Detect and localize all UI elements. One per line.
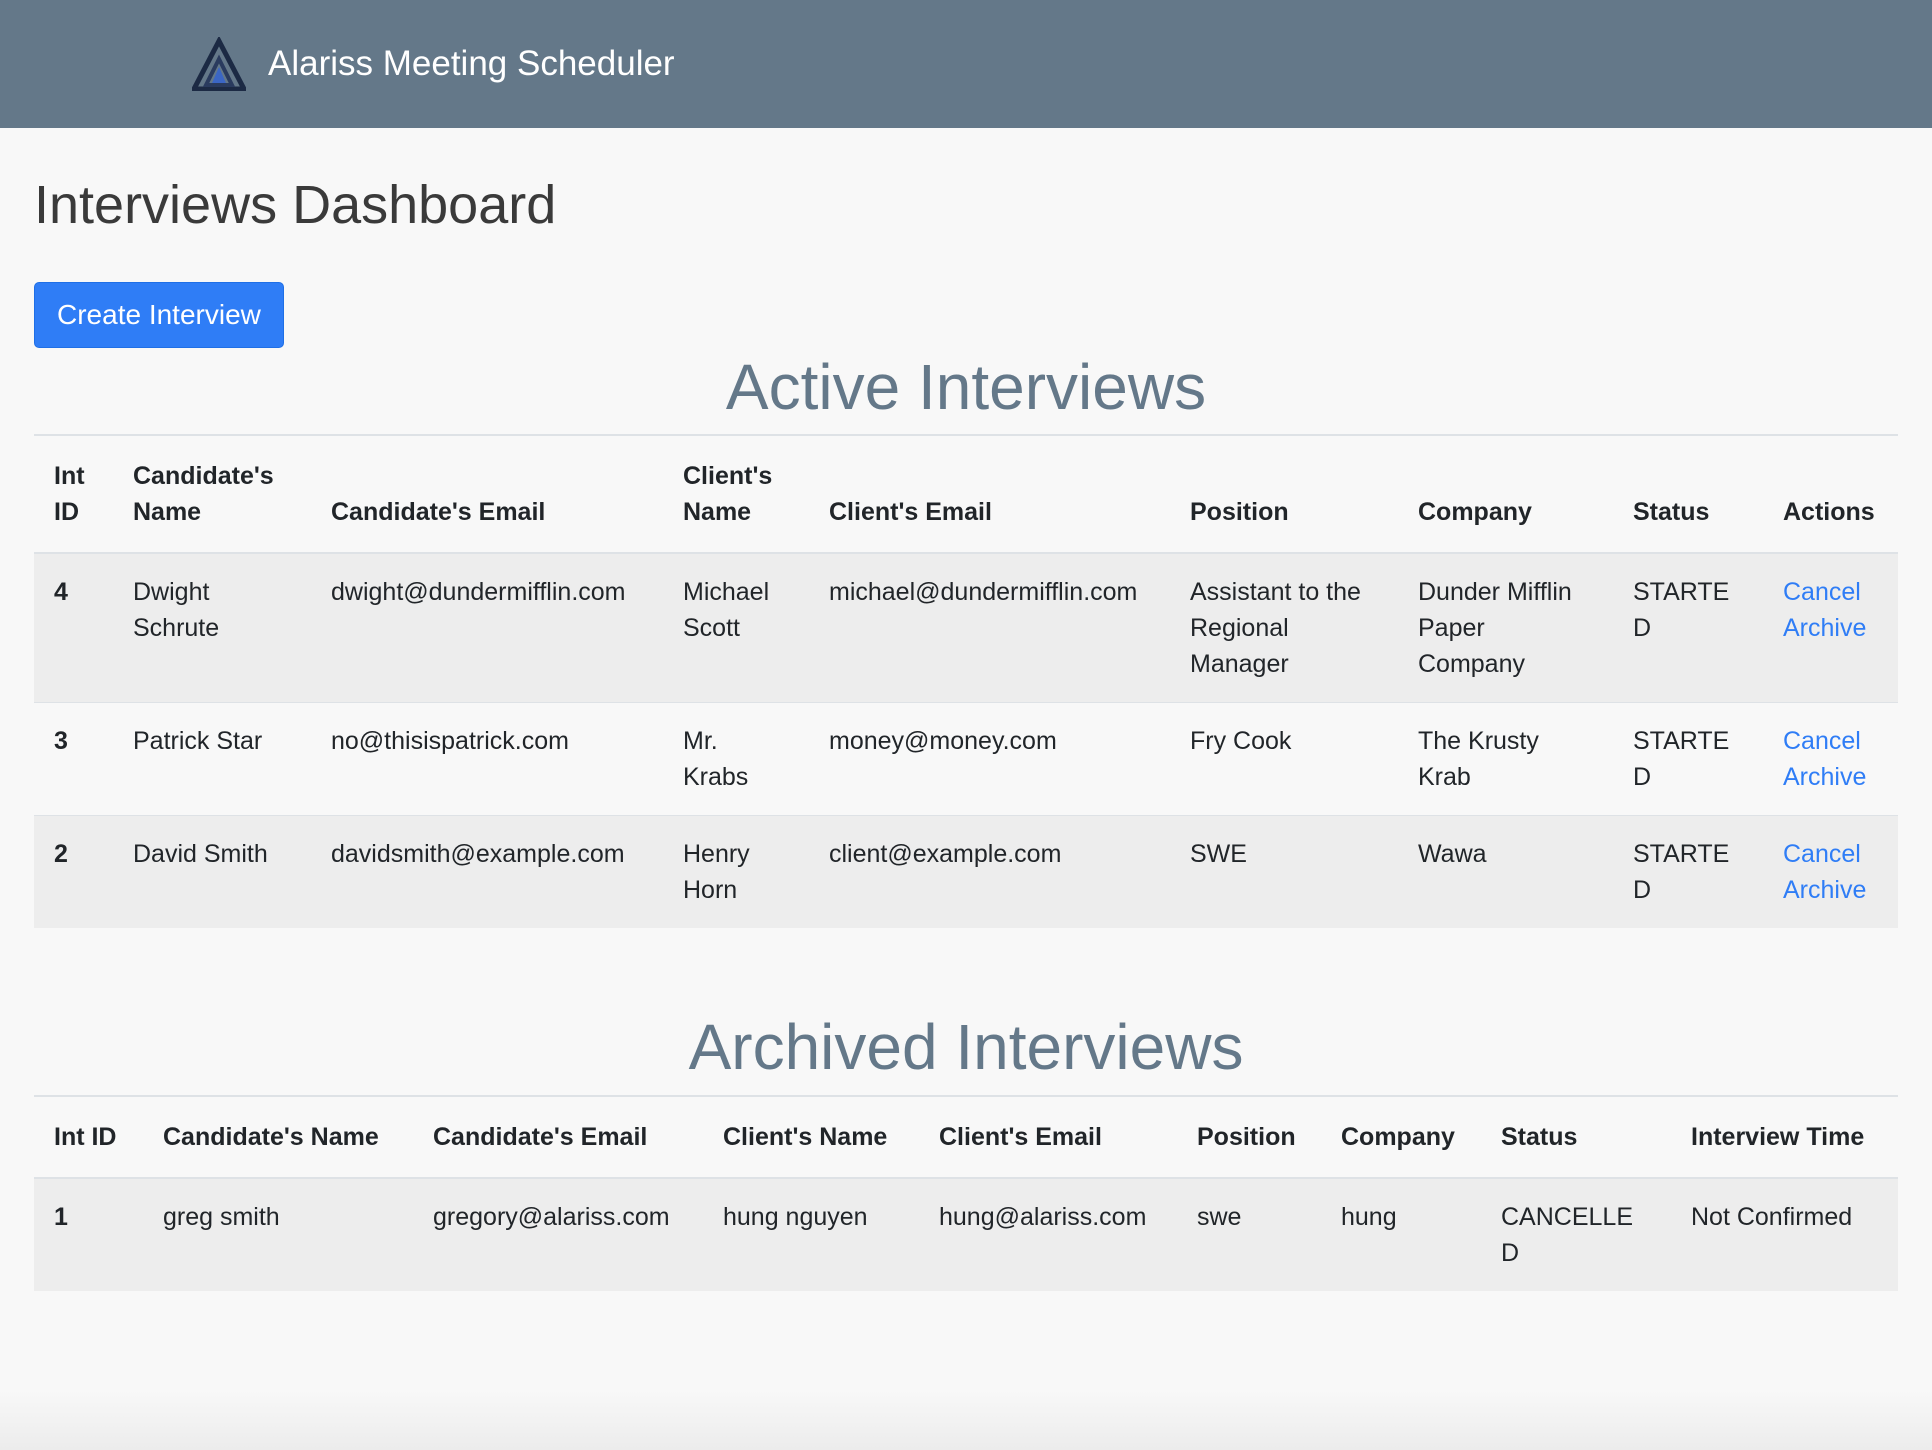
table-row: 3 Patrick Star no@thisispatrick.com Mr. … (34, 702, 1898, 816)
column-header-position: Position (1170, 434, 1398, 555)
company: The Krusty Krab (1398, 702, 1613, 816)
candidate-email: dwight@dundermifflin.com (311, 552, 663, 703)
candidate-email: no@thisispatrick.com (311, 702, 663, 816)
interview-time: Not Confirmed (1671, 1177, 1898, 1291)
column-header-client-email: Client's Email (809, 434, 1170, 555)
interview-id: 3 (34, 702, 113, 816)
column-header-int-id: Int ID (34, 434, 113, 555)
interview-id: 4 (34, 552, 113, 703)
candidate-email: gregory@alariss.com (413, 1177, 703, 1291)
column-header-interview-time: Interview Time (1671, 1094, 1898, 1179)
company: Dunder Mifflin Paper Company (1398, 552, 1613, 703)
table-header-row: Int ID Candidate's Name Candidate's Emai… (34, 1094, 1898, 1179)
status: CANCELLED (1481, 1177, 1671, 1291)
archive-link[interactable]: Archive (1783, 759, 1878, 795)
position: Fry Cook (1170, 702, 1398, 816)
app-brand-name[interactable]: Alariss Meeting Scheduler (268, 44, 675, 84)
archived-interviews-table: Int ID Candidate's Name Candidate's Emai… (34, 1094, 1898, 1291)
column-header-client-email: Client's Email (919, 1094, 1177, 1179)
company: Wawa (1398, 815, 1613, 929)
column-header-status: Status (1481, 1094, 1671, 1179)
column-header-candidate-email: Candidate's Email (311, 434, 663, 555)
column-header-client-name: Client's Name (703, 1094, 919, 1179)
column-header-status: Status (1613, 434, 1763, 555)
active-interviews-title: Active Interviews (725, 351, 1207, 424)
client-email: client@example.com (809, 815, 1170, 929)
column-header-company: Company (1398, 434, 1613, 555)
archive-link[interactable]: Archive (1783, 872, 1878, 908)
client-email: money@money.com (809, 702, 1170, 816)
table-header-row: Int ID Candidate's Name Candidate's Emai… (34, 434, 1898, 555)
column-header-actions: Actions (1763, 434, 1898, 555)
active-interviews-table: Int ID Candidate's Name Candidate's Emai… (34, 434, 1898, 929)
alariss-triangle-logo-icon[interactable] (192, 37, 246, 91)
status: STARTED (1613, 815, 1763, 929)
position: SWE (1170, 815, 1398, 929)
table-row: 4 Dwight Schrute dwight@dundermifflin.co… (34, 552, 1898, 703)
column-header-position: Position (1177, 1094, 1321, 1179)
candidate-name: greg smith (143, 1177, 413, 1291)
table-row: 1 greg smith gregory@alariss.com hung ng… (34, 1177, 1898, 1291)
client-name: Michael Scott (663, 552, 809, 703)
create-interview-button[interactable]: Create Interview (34, 282, 284, 349)
interview-id: 2 (34, 815, 113, 929)
candidate-name: Patrick Star (113, 702, 311, 816)
actions-cell: Cancel Archive (1763, 552, 1898, 703)
main-content: Interviews Dashboard Create Interview Ac… (0, 174, 1932, 1291)
column-header-candidate-name: Candidate's Name (143, 1094, 413, 1179)
actions-cell: Cancel Archive (1763, 815, 1898, 929)
cancel-link[interactable]: Cancel (1783, 836, 1878, 872)
candidate-email: davidsmith@example.com (311, 815, 663, 929)
position: swe (1177, 1177, 1321, 1291)
client-email: michael@dundermifflin.com (809, 552, 1170, 703)
table-row: 2 David Smith davidsmith@example.com Hen… (34, 815, 1898, 929)
bottom-fade (0, 1390, 1932, 1450)
column-header-company: Company (1321, 1094, 1481, 1179)
candidate-name: Dwight Schrute (113, 552, 311, 703)
interview-id: 1 (34, 1177, 143, 1291)
client-name: Henry Horn (663, 815, 809, 929)
client-email: hung@alariss.com (919, 1177, 1177, 1291)
position: Assistant to the Regional Manager (1170, 552, 1398, 703)
cancel-link[interactable]: Cancel (1783, 723, 1878, 759)
top-navbar: Alariss Meeting Scheduler (0, 0, 1932, 128)
status: STARTED (1613, 552, 1763, 703)
page-title: Interviews Dashboard (34, 175, 557, 235)
candidate-name: David Smith (113, 815, 311, 929)
column-header-client-name: Client's Name (663, 434, 809, 555)
client-name: Mr. Krabs (663, 702, 809, 816)
status: STARTED (1613, 702, 1763, 816)
cancel-link[interactable]: Cancel (1783, 574, 1878, 610)
company: hung (1321, 1177, 1481, 1291)
column-header-candidate-email: Candidate's Email (413, 1094, 703, 1179)
column-header-candidate-name: Candidate's Name (113, 434, 311, 555)
archived-interviews-title: Archived Interviews (688, 1011, 1244, 1084)
column-header-int-id: Int ID (34, 1094, 143, 1179)
actions-cell: Cancel Archive (1763, 702, 1898, 816)
client-name: hung nguyen (703, 1177, 919, 1291)
archive-link[interactable]: Archive (1783, 610, 1878, 646)
